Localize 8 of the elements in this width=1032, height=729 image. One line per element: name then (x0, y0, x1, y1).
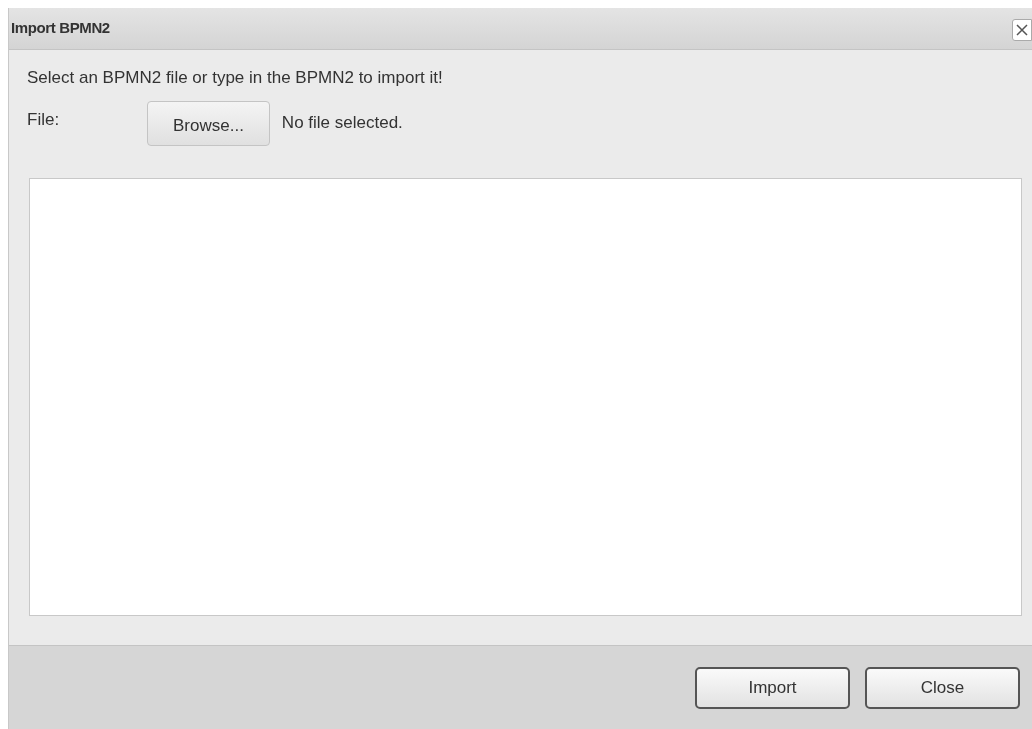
file-status: No file selected. (281, 112, 403, 135)
browse-button[interactable]: Browse... (147, 100, 270, 146)
close-button[interactable]: Close (865, 666, 1020, 709)
import-button[interactable]: Import (695, 666, 850, 709)
close-icon[interactable] (1012, 18, 1032, 41)
instruction-text: Select an BPMN2 file or type in the BPMN2 to import it! (27, 67, 444, 89)
file-label: File: (27, 108, 61, 131)
window-title: Import BPMN2 (11, 18, 110, 39)
